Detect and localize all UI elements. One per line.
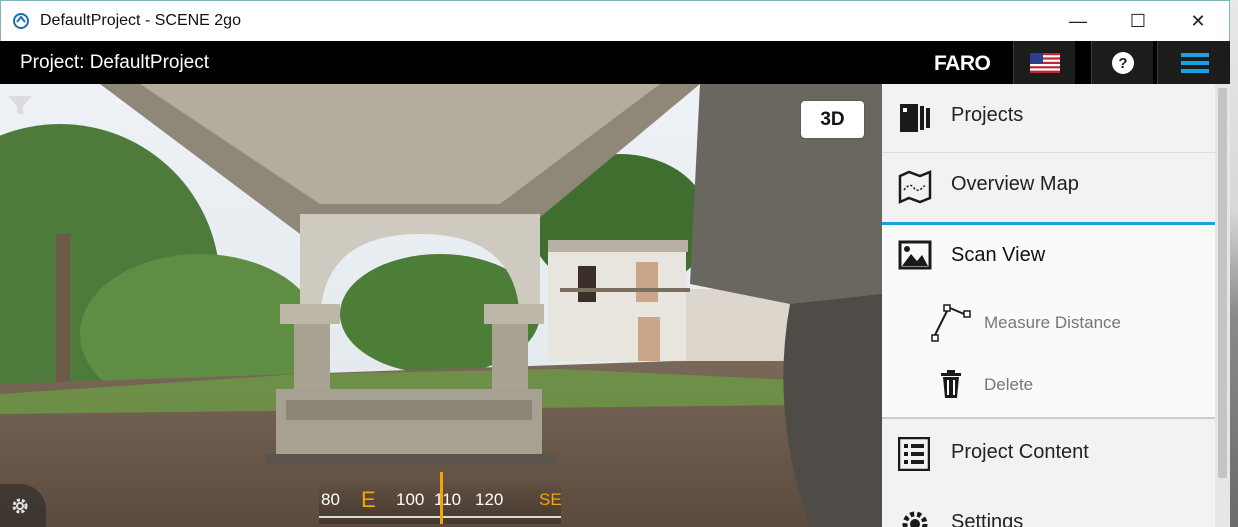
menu-item-label: Measure Distance bbox=[984, 313, 1122, 332]
scan-viewer[interactable] bbox=[0, 84, 882, 527]
menu-item-delete[interactable]: Delete bbox=[882, 357, 1215, 417]
compass-label: 110 bbox=[434, 490, 462, 509]
projects-icon bbox=[900, 104, 930, 132]
minimize-icon: — bbox=[1069, 10, 1087, 31]
side-menu-scrollbar[interactable] bbox=[1215, 84, 1230, 527]
minimize-button[interactable]: — bbox=[1048, 1, 1108, 41]
menu-item-settings[interactable]: Settings bbox=[882, 489, 1215, 527]
us-flag-icon bbox=[1029, 52, 1060, 73]
window-titlebar: DefaultProject - SCENE 2go — ☐ ✕ bbox=[0, 0, 1230, 41]
compass-label-east: E bbox=[361, 487, 376, 512]
filter-icon[interactable] bbox=[7, 95, 33, 117]
menu-item-overview-map[interactable]: Overview Map bbox=[882, 153, 1215, 222]
maximize-button[interactable]: ☐ bbox=[1108, 1, 1168, 41]
compass-label: 120 bbox=[475, 490, 504, 509]
close-button[interactable]: ✕ bbox=[1168, 1, 1228, 41]
language-button[interactable] bbox=[1013, 41, 1075, 84]
menu-item-label: Overview Map bbox=[951, 173, 1079, 195]
compass-strip: 80 E 100 110 120 SE bbox=[319, 472, 562, 524]
app-logo-icon bbox=[13, 13, 29, 29]
menu-item-project-content[interactable]: Project Content bbox=[882, 419, 1215, 489]
compass-label: 80 bbox=[321, 490, 340, 509]
menu-item-label: Projects bbox=[951, 104, 1024, 126]
project-title: Project: DefaultProject bbox=[20, 52, 210, 73]
panorama-image bbox=[0, 84, 882, 527]
menu-item-projects[interactable]: Projects bbox=[882, 84, 1215, 152]
window-edge bbox=[1230, 0, 1238, 527]
menu-item-measure-distance[interactable]: Measure Distance bbox=[882, 287, 1215, 357]
scan-view-icon bbox=[898, 240, 932, 270]
maximize-icon: ☐ bbox=[1129, 10, 1147, 31]
menu-item-label: Project Content bbox=[951, 441, 1089, 463]
hamburger-menu-icon bbox=[1180, 52, 1209, 73]
gear-icon bbox=[902, 511, 928, 527]
help-icon: ? bbox=[1111, 51, 1134, 74]
window-title: DefaultProject - SCENE 2go bbox=[40, 12, 241, 29]
faro-logo: FARO bbox=[934, 52, 991, 75]
view-3d-button[interactable]: 3D bbox=[801, 101, 864, 138]
side-menu: Projects Overview Map Scan View Measure … bbox=[882, 84, 1215, 527]
close-icon: ✕ bbox=[1190, 10, 1206, 31]
compass-label-southeast: SE bbox=[539, 490, 562, 509]
compass-label: 100 bbox=[396, 490, 425, 509]
map-icon bbox=[898, 170, 932, 204]
help-button[interactable]: ? bbox=[1091, 41, 1153, 84]
menu-button[interactable] bbox=[1157, 41, 1231, 84]
svg-text:?: ? bbox=[1118, 55, 1127, 72]
menu-item-label: Settings bbox=[951, 511, 1024, 527]
menu-item-label: Scan View bbox=[951, 244, 1046, 266]
menu-item-label: Delete bbox=[984, 375, 1034, 394]
scrollbar-thumb[interactable] bbox=[1218, 88, 1227, 478]
compass-heading-marker bbox=[440, 472, 443, 524]
menu-item-scan-view[interactable]: Scan View bbox=[882, 225, 1215, 287]
list-icon bbox=[898, 437, 930, 471]
measure-distance-icon bbox=[931, 304, 971, 342]
trash-icon bbox=[941, 370, 961, 398]
gear-icon bbox=[12, 498, 28, 514]
